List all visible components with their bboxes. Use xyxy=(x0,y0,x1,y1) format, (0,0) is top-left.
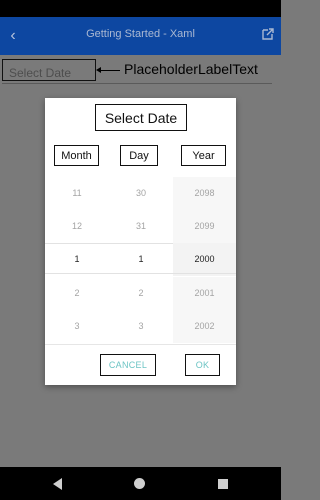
year-value[interactable]: 2099 xyxy=(173,210,236,243)
date-field-underline xyxy=(2,83,272,84)
nav-back-icon[interactable] xyxy=(53,478,62,490)
month-value-selected[interactable]: 1 xyxy=(45,243,109,276)
day-value[interactable]: 31 xyxy=(109,210,173,243)
open-external-icon[interactable] xyxy=(261,27,275,41)
picker-row[interactable]: 3 3 2002 xyxy=(45,310,236,343)
date-picker-field[interactable]: Select Date xyxy=(2,59,96,81)
day-value-selected[interactable]: 1 xyxy=(109,243,173,276)
year-value[interactable]: 2002 xyxy=(173,310,236,343)
month-value[interactable]: 11 xyxy=(45,177,109,210)
column-header-year: Year xyxy=(181,145,226,166)
month-value[interactable]: 3 xyxy=(45,310,109,343)
day-value[interactable]: 3 xyxy=(109,310,173,343)
callout-label: PlaceholderLabelText xyxy=(124,61,258,77)
picker-row[interactable]: 12 31 2099 xyxy=(45,210,236,243)
month-value[interactable]: 2 xyxy=(45,277,109,310)
dialog-divider xyxy=(45,344,236,345)
picker-row[interactable]: 11 30 2098 xyxy=(45,177,236,210)
year-value[interactable]: 2098 xyxy=(173,177,236,210)
dialog-title: Select Date xyxy=(95,104,187,131)
date-picker-dialog: Select Date Month Day Year 11 30 2098 12… xyxy=(45,98,236,385)
month-value[interactable]: 12 xyxy=(45,210,109,243)
day-value[interactable]: 30 xyxy=(109,177,173,210)
year-value[interactable]: 2001 xyxy=(173,277,236,310)
nav-recents-icon[interactable] xyxy=(218,479,228,489)
picker-row-selected[interactable]: 1 1 2000 xyxy=(45,243,236,276)
column-header-month: Month xyxy=(54,145,99,166)
column-header-day: Day xyxy=(120,145,158,166)
nav-home-icon[interactable] xyxy=(134,478,145,489)
status-bar xyxy=(0,0,281,17)
picker-row[interactable]: 2 2 2001 xyxy=(45,277,236,310)
page-title: Getting Started - Xaml xyxy=(86,28,195,40)
ok-button[interactable]: OK xyxy=(185,354,220,376)
callout-arrow-line xyxy=(98,70,120,71)
cancel-button[interactable]: CANCEL xyxy=(100,354,156,376)
app-bar: ‹ Getting Started - Xaml xyxy=(0,17,281,55)
year-value-selected[interactable]: 2000 xyxy=(173,243,236,276)
selection-line-bottom xyxy=(45,273,236,274)
day-value[interactable]: 2 xyxy=(109,277,173,310)
system-nav-bar xyxy=(0,467,281,500)
